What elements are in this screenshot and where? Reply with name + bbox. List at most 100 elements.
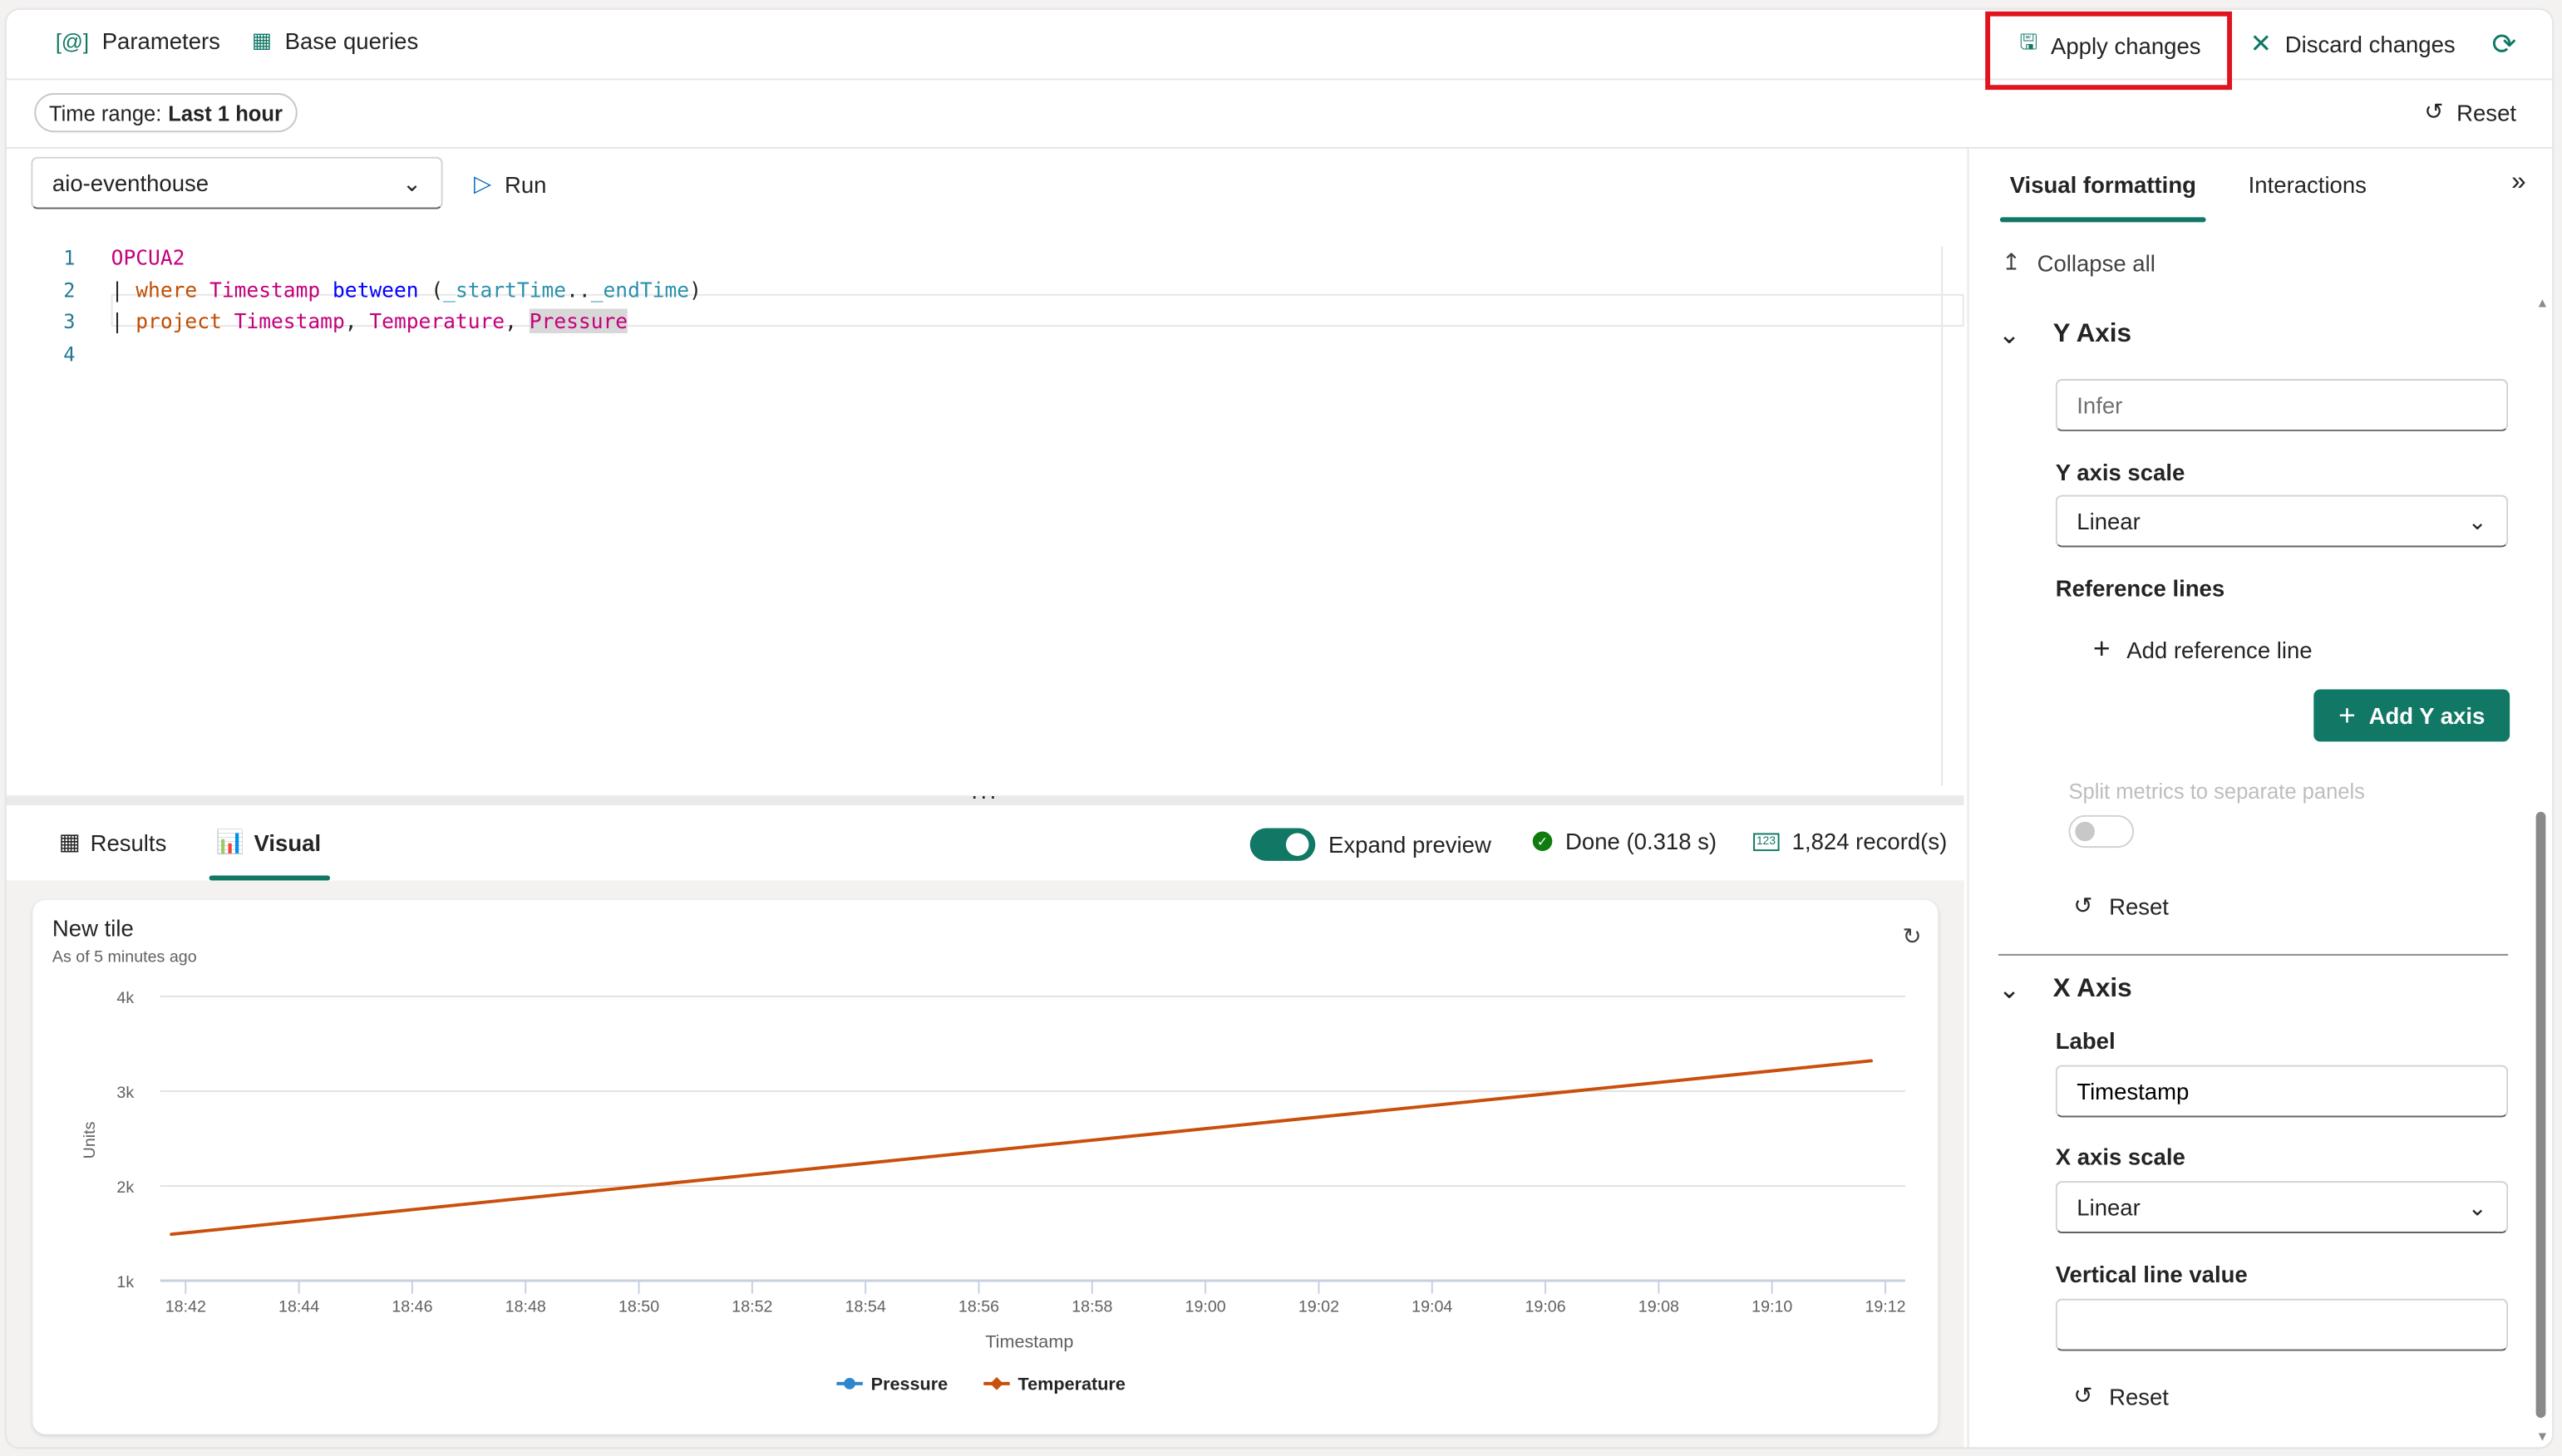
code-token: project (135, 308, 222, 333)
database-select[interactable]: aio-eventhouse ⌄ (31, 156, 443, 209)
split-metrics-toggle[interactable] (2068, 814, 2135, 849)
tab-results[interactable]: ▦ Results (59, 829, 167, 856)
formatting-panel: Visual formatting Interactions » ↥ Colla… (1967, 148, 2553, 1448)
line-chart: 1k 2k 3k 4k 18:42 18:44 18:46 18:48 18:50 18:52 1… (81, 989, 1906, 1395)
add-y-axis-button[interactable]: + Add Y axis (2313, 689, 2510, 742)
code-line: | project Timestamp, Temperature, Pressu… (111, 308, 628, 333)
expand-preview-toggle[interactable]: Expand preview (1249, 828, 1491, 861)
x-axis-label-label: Label (2055, 1027, 2116, 1054)
x-tick-label: 18:48 (505, 1297, 546, 1316)
visual-preview-area: New tile As of 5 minutes ago ↻ 1k 2k 3k 4k … (6, 880, 1964, 1448)
code-token: Temperature (369, 308, 505, 333)
query-pane: aio-eventhouse ⌄ ▷ Run 1 OPCUA2 2 | where T… (6, 149, 1968, 1448)
x-axis-reset-button[interactable]: ↺ Reset (2073, 1382, 2169, 1409)
code-line: OPCUA2 (111, 245, 185, 269)
query-editor[interactable]: 1 OPCUA2 2 | where Timestamp between (_star… (6, 234, 1964, 789)
tab-interactions[interactable]: Interactions (2249, 171, 2367, 197)
collapse-panel-icon[interactable]: » (2511, 168, 2526, 197)
x-tick-label: 19:08 (1638, 1297, 1679, 1316)
editor-scrollbar[interactable] (1941, 246, 1944, 786)
x-tick-label: 19:04 (1412, 1297, 1452, 1316)
time-range-pill[interactable]: Time range: Last 1 hour (34, 93, 298, 133)
chevron-down-icon: ⌄ (402, 169, 422, 195)
record-count: 123 1,824 record(s) (1753, 829, 1947, 854)
x-tick-label: 18:52 (732, 1297, 772, 1316)
discard-changes-button[interactable]: ✕ Discard changes (2250, 27, 2456, 60)
reset-button[interactable]: ↺ Reset (2424, 98, 2516, 125)
chevron-down-icon: ⌄ (2467, 507, 2487, 534)
tile-editor: [@] Parameters ▦ Base queries 🖫 Apply ch… (6, 9, 2553, 1448)
plus-icon: + (2092, 632, 2111, 665)
code-token: | (111, 308, 136, 333)
x-tick-label: 19:06 (1525, 1297, 1566, 1316)
legend-item-temperature[interactable]: Temperature (983, 1374, 1126, 1395)
vertical-line-value-input[interactable] (2055, 1298, 2509, 1351)
code-token: OPCUA2 (111, 244, 185, 270)
scroll-down-icon[interactable]: ▼ (2536, 1429, 2550, 1444)
add-reference-line-button[interactable]: + Add reference line (2093, 632, 2313, 667)
x-axis-label-input[interactable] (2055, 1065, 2509, 1118)
y-axis-section-header[interactable]: ⌄ Y Axis (1998, 318, 2131, 351)
success-icon: ✓ (1532, 831, 1553, 852)
y-axis-scale-select[interactable]: Linear ⌄ (2055, 494, 2509, 548)
code-token: _endTime (590, 277, 690, 302)
parameters-icon: [@] (55, 28, 89, 53)
reset-icon: ↺ (2073, 1381, 2093, 1409)
code-token: ) (689, 277, 702, 302)
chart-tile: New tile As of 5 minutes ago ↻ 1k 2k 3k 4k … (32, 900, 1939, 1434)
collapse-all-icon: ↥ (2001, 248, 2021, 275)
vertical-line-value-label: Vertical line value (2055, 1261, 2248, 1287)
base-queries-button[interactable]: ▦ Base queries (252, 27, 419, 53)
filter-bar: Time range: Last 1 hour ↺ Reset (6, 78, 2553, 149)
x-tick-label: 18:56 (958, 1297, 999, 1316)
x-tick-label: 18:54 (845, 1297, 886, 1316)
code-token: where (135, 277, 198, 302)
pane-splitter[interactable]: ··· (6, 783, 1964, 809)
panel-scrollbar[interactable]: ▲ ▼ (2535, 296, 2549, 1444)
code-token: _startTime (443, 277, 567, 302)
code-token: , (505, 308, 530, 333)
x-tick-label: 18:58 (1072, 1297, 1112, 1316)
x-tick-label: 19:10 (1752, 1297, 1792, 1316)
editor-toolbar: [@] Parameters ▦ Base queries 🖫 Apply ch… (6, 10, 2553, 91)
refresh-button[interactable]: ⟳ (2492, 27, 2517, 61)
split-metrics-label: Split metrics to separate panels (2068, 779, 2365, 804)
series-line-temperature (170, 1059, 1873, 1237)
legend-marker-circle (844, 1377, 855, 1390)
y-axis-reset-button[interactable]: ↺ Reset (2073, 892, 2169, 919)
code-token: Timestamp (209, 277, 321, 302)
tab-visual[interactable]: 📊 Visual (209, 828, 332, 881)
parameters-button[interactable]: [@] Parameters (56, 27, 220, 53)
x-tick-label: 18:46 (392, 1297, 432, 1316)
y-tick-label: 3k (116, 1084, 134, 1102)
scroll-up-icon[interactable]: ▲ (2536, 296, 2550, 311)
x-axis-scale-select[interactable]: Linear ⌄ (2055, 1181, 2509, 1234)
code-line: | where Timestamp between (_startTime.._… (111, 277, 702, 301)
play-icon: ▷ (474, 170, 492, 196)
refresh-icon: ⟳ (2491, 27, 2517, 61)
table-icon: ▦ (58, 828, 81, 855)
line-number: 4 (63, 342, 76, 366)
run-button[interactable]: ▷ Run (474, 170, 546, 197)
x-tick-label: 18:44 (278, 1297, 319, 1316)
x-axis-section-header[interactable]: ⌄ X Axis (1998, 973, 2132, 1006)
line-number: 3 (63, 310, 76, 333)
number-icon: 123 (1753, 832, 1779, 851)
scrollbar-thumb[interactable] (2535, 811, 2546, 1419)
chart-icon: 📊 (215, 828, 244, 855)
chevron-down-icon: ⌄ (1998, 976, 2021, 1005)
legend-item-pressure[interactable]: Pressure (836, 1374, 948, 1395)
toggle-switch[interactable] (1249, 828, 1316, 861)
legend-label: Temperature (1018, 1374, 1126, 1395)
results-tabs: ▦ Results 📊 Visual Expand preview ✓ Done… (6, 805, 1964, 881)
tab-visual-formatting[interactable]: Visual formatting (1999, 171, 2206, 223)
x-tick-label: 18:42 (165, 1297, 206, 1316)
query-status: ✓ Done (0.318 s) (1532, 829, 1717, 854)
y-axis-scale-label: Y axis scale (2055, 459, 2185, 485)
collapse-all-button[interactable]: ↥ Collapse all (2002, 248, 2156, 276)
x-tick-label: 19:12 (1865, 1297, 1905, 1316)
y-axis-label-input[interactable] (2055, 379, 2509, 431)
